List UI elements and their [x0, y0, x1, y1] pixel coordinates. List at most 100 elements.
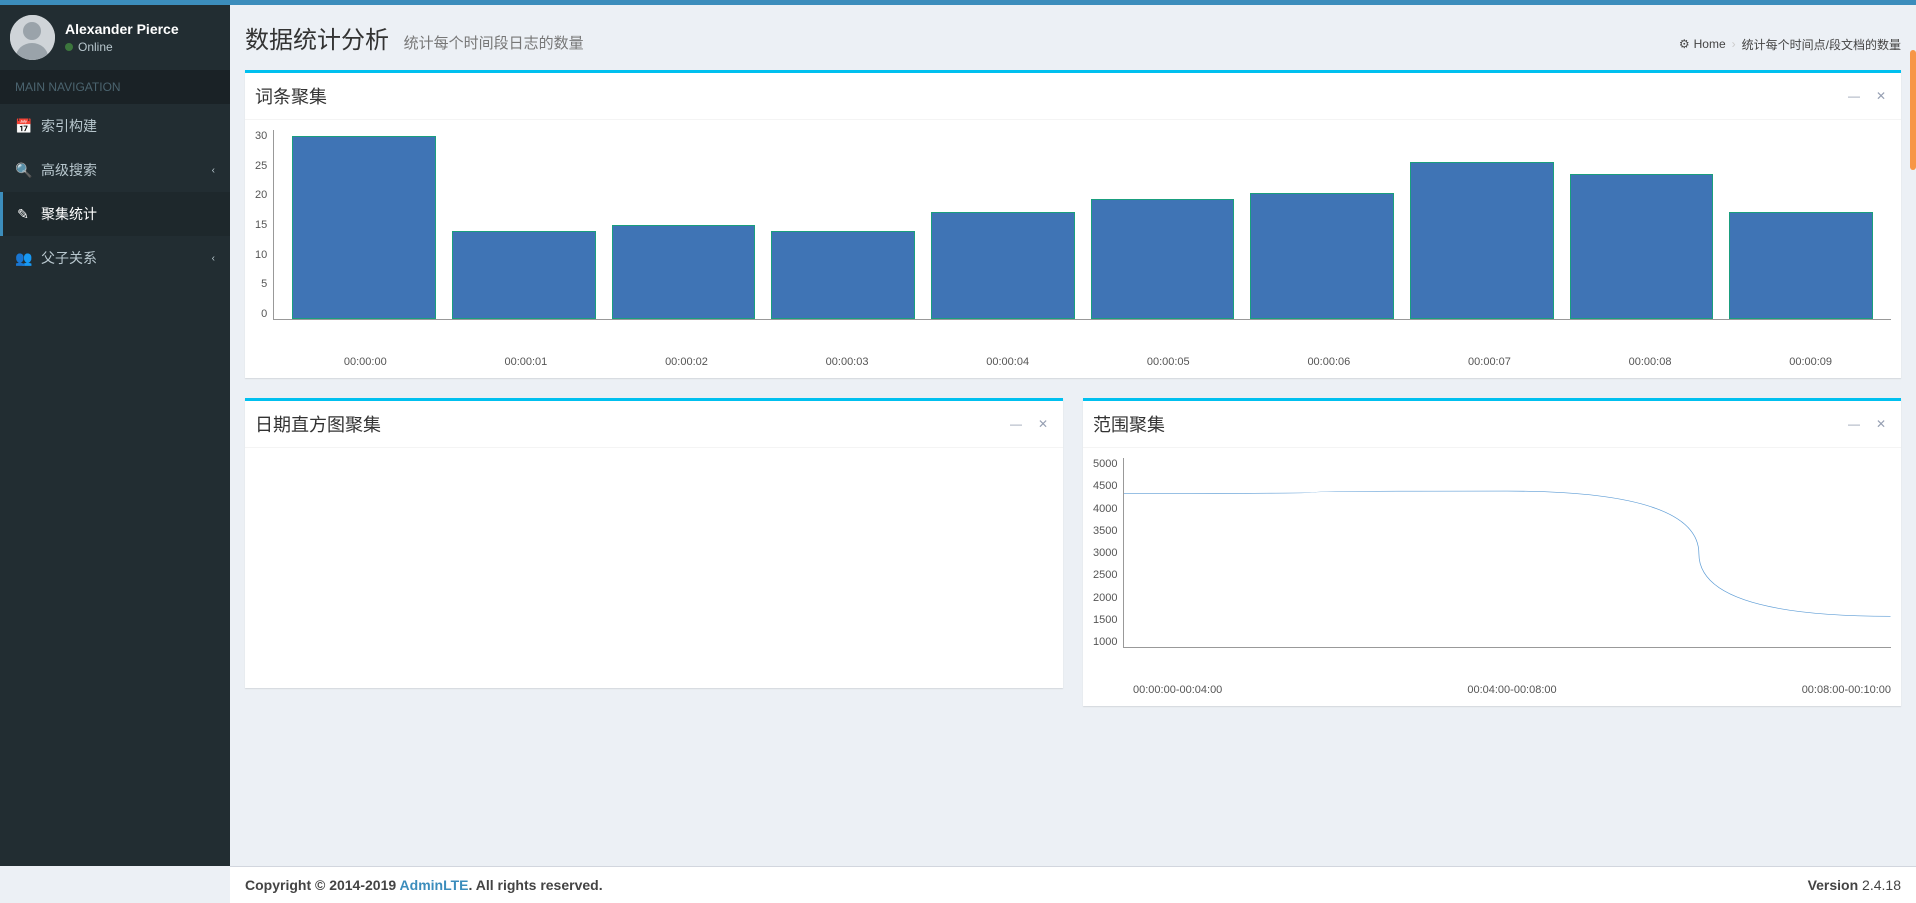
- y-tick: 2000: [1093, 592, 1117, 604]
- sidebar-item-2[interactable]: ✎ 聚集统计: [0, 192, 230, 236]
- minus-icon: —: [1010, 417, 1022, 431]
- box-terms-agg: 词条聚集 — ✕ 302520151050 00:00:0000:0: [245, 70, 1901, 378]
- page-subtitle: 统计每个时间段日志的数量: [404, 35, 584, 52]
- footer-version: Version 2.4.18: [1808, 877, 1901, 893]
- line-path: [1124, 491, 1891, 616]
- bar-wrap: [1562, 130, 1722, 319]
- user-status-label: Online: [78, 40, 113, 54]
- bar[interactable]: [452, 231, 596, 319]
- y-tick: 4500: [1093, 480, 1117, 492]
- sidebar-item-label: 父子关系: [41, 248, 97, 268]
- content-wrapper: 数据统计分析 统计每个时间段日志的数量 ⚙ Home › 统计每个时间点/段文档…: [230, 5, 1916, 866]
- edit-icon: ✎: [15, 206, 31, 223]
- close-icon: ✕: [1876, 89, 1886, 103]
- y-tick: 3500: [1093, 525, 1117, 537]
- scrollbar[interactable]: [1910, 50, 1916, 170]
- box-date-histogram: 日期直方图聚集 — ✕: [245, 398, 1063, 688]
- bar-wrap: [444, 130, 604, 319]
- bar[interactable]: [292, 136, 436, 319]
- box1-title: 词条聚集: [255, 83, 327, 109]
- bar-wrap: [1083, 130, 1243, 319]
- avatar: [10, 15, 55, 60]
- users-icon: 👥: [15, 250, 31, 267]
- y-tick: 5: [261, 278, 267, 290]
- footer: Copyright © 2014-2019 AdminLTE. All righ…: [230, 866, 1916, 903]
- footer-copyright-prefix: Copyright © 2014-2019: [245, 877, 400, 893]
- y-tick: 2500: [1093, 569, 1117, 581]
- page-title: 数据统计分析 统计每个时间段日志的数量: [245, 20, 584, 55]
- footer-copyright: Copyright © 2014-2019 AdminLTE. All righ…: [245, 877, 603, 893]
- footer-version-number: 2.4.18: [1858, 877, 1901, 893]
- x-tick: 00:00:07: [1409, 350, 1570, 368]
- breadcrumb-home[interactable]: ⚙ Home: [1679, 37, 1726, 51]
- close-button[interactable]: ✕: [1871, 87, 1891, 105]
- bar[interactable]: [1091, 199, 1235, 319]
- sidebar-item-0[interactable]: 📅 索引构建: [0, 104, 230, 148]
- box-range-agg: 范围聚集 — ✕ 5000450040003500300025002000150…: [1083, 398, 1901, 706]
- x-tick: 00:00:06: [1249, 350, 1410, 368]
- collapse-button[interactable]: —: [1843, 87, 1865, 105]
- y-tick: 30: [255, 130, 267, 142]
- breadcrumb-current: 统计每个时间点/段文档的数量: [1742, 36, 1901, 53]
- bar[interactable]: [1729, 212, 1873, 319]
- y-tick: 4000: [1093, 503, 1117, 515]
- footer-brand-link[interactable]: AdminLTE: [400, 877, 469, 893]
- close-button[interactable]: ✕: [1033, 415, 1053, 433]
- dashboard-icon: ⚙: [1679, 37, 1690, 51]
- y-tick: 10: [255, 249, 267, 261]
- breadcrumb: ⚙ Home › 统计每个时间点/段文档的数量: [1679, 36, 1901, 53]
- box2-title: 日期直方图聚集: [255, 411, 381, 437]
- bar[interactable]: [1570, 174, 1714, 319]
- y-tick: 0: [261, 308, 267, 320]
- close-icon: ✕: [1876, 417, 1886, 431]
- collapse-button[interactable]: —: [1005, 415, 1027, 433]
- x-tick: 00:00:00-00:04:00: [1133, 684, 1222, 696]
- y-tick: 1000: [1093, 636, 1117, 648]
- x-tick: 00:00:04: [927, 350, 1088, 368]
- sidebar-item-1[interactable]: 🔍高级搜索‹: [0, 148, 230, 192]
- bar-chart: 302520151050 00:00:0000:00:0100:00:0200:…: [255, 130, 1891, 368]
- x-tick: 00:00:00: [285, 350, 446, 368]
- sidebar-item-label: 索引构建: [41, 116, 97, 136]
- empty-chart-body: [245, 448, 1063, 688]
- x-tick: 00:04:00-00:08:00: [1467, 684, 1556, 696]
- bar-wrap: [284, 130, 444, 319]
- y-tick: 3000: [1093, 547, 1117, 559]
- line-chart: 500045004000350030002500200015001000 00:…: [1093, 458, 1891, 696]
- bar[interactable]: [612, 225, 756, 320]
- sidebar-item-3[interactable]: 👥 父子关系 ‹: [0, 236, 230, 280]
- user-name: Alexander Pierce: [65, 21, 179, 37]
- sidebar-item-label: 聚集统计: [41, 204, 97, 224]
- x-tick: 00:00:09: [1730, 350, 1891, 368]
- search-icon: 🔍: [15, 162, 31, 179]
- y-tick: 15: [255, 219, 267, 231]
- bar-wrap: [604, 130, 764, 319]
- bar[interactable]: [771, 231, 915, 319]
- y-tick: 5000: [1093, 458, 1117, 470]
- bar[interactable]: [1250, 193, 1394, 319]
- bar-wrap: [763, 130, 923, 319]
- nav-header: MAIN NAVIGATION: [0, 70, 230, 104]
- x-tick: 00:00:08: [1570, 350, 1731, 368]
- minus-icon: —: [1848, 417, 1860, 431]
- footer-copyright-suffix: . All rights reserved.: [469, 877, 603, 893]
- bar-wrap: [1402, 130, 1562, 319]
- chevron-left-icon: ‹: [212, 253, 215, 264]
- collapse-button[interactable]: —: [1843, 415, 1865, 433]
- status-dot-icon: [65, 43, 73, 51]
- bar[interactable]: [931, 212, 1075, 319]
- x-tick: 00:08:00-00:10:00: [1802, 684, 1891, 696]
- bar-wrap: [923, 130, 1083, 319]
- box3-title: 范围聚集: [1093, 411, 1165, 437]
- bar[interactable]: [1410, 162, 1554, 320]
- sidebar: Alexander Pierce Online MAIN NAVIGATION …: [0, 5, 230, 866]
- x-tick: 00:00:03: [767, 350, 928, 368]
- bar-wrap: [1242, 130, 1402, 319]
- content-header: 数据统计分析 统计每个时间段日志的数量 ⚙ Home › 统计每个时间点/段文档…: [230, 5, 1916, 70]
- breadcrumb-home-label: Home: [1694, 37, 1726, 51]
- calendar-icon: 📅: [15, 118, 31, 135]
- y-tick: 20: [255, 189, 267, 201]
- x-tick: 00:00:02: [606, 350, 767, 368]
- page-title-text: 数据统计分析: [245, 27, 389, 54]
- close-button[interactable]: ✕: [1871, 415, 1891, 433]
